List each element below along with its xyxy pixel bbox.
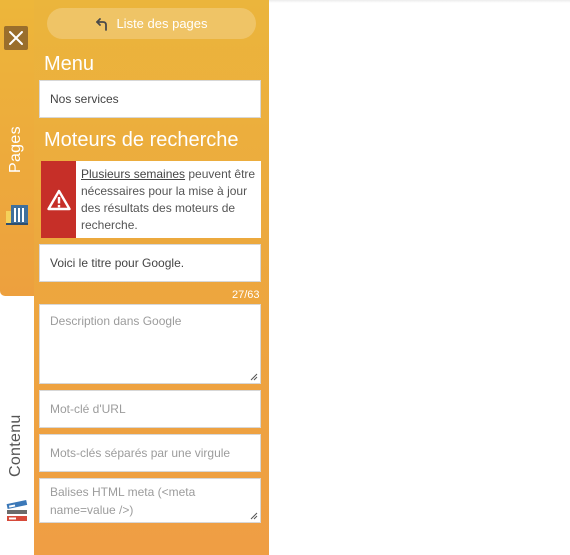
- resize-handle-icon[interactable]: [250, 373, 258, 381]
- warning-link[interactable]: Plusieurs semaines: [81, 167, 185, 181]
- close-icon: [9, 31, 23, 45]
- page-list-button[interactable]: Liste des pages: [47, 8, 256, 39]
- pages-icon: [6, 205, 28, 225]
- tab-pages-label: Pages: [7, 126, 24, 173]
- side-rail: Pages Contenu: [0, 0, 34, 555]
- close-button[interactable]: [4, 26, 28, 50]
- tab-pages[interactable]: Pages: [0, 0, 34, 296]
- warning-icon-box: [41, 161, 76, 238]
- keywords-field[interactable]: Mots-clés séparés par une virgule: [39, 434, 261, 472]
- menu-title: Menu: [44, 53, 95, 75]
- content-icon[interactable]: [5, 499, 29, 523]
- resize-handle-icon[interactable]: [250, 512, 258, 520]
- url-keyword-field[interactable]: Mot-clé d'URL: [39, 390, 261, 428]
- description-placeholder: Description dans Google: [50, 314, 182, 328]
- meta-tags-field[interactable]: Balises HTML meta (<meta name=value />): [39, 478, 261, 523]
- top-divider: [269, 0, 570, 3]
- warning-icon: [46, 189, 71, 210]
- return-arrow-icon: [96, 17, 108, 31]
- page-settings-panel: Liste des pages Menu Nos services Moteur…: [34, 0, 269, 555]
- page-list-label: Liste des pages: [116, 16, 208, 31]
- description-field[interactable]: Description dans Google: [39, 304, 261, 384]
- seo-warning: Plusieurs semaines peuvent être nécessai…: [41, 161, 261, 238]
- tab-content[interactable]: Contenu: [7, 414, 25, 477]
- seo-title: Moteurs de recherche: [44, 129, 239, 151]
- meta-tags-placeholder: Balises HTML meta (<meta name=value />): [50, 485, 196, 517]
- google-title-field[interactable]: Voici le titre pour Google.: [39, 244, 261, 282]
- menu-field[interactable]: Nos services: [39, 80, 261, 118]
- warning-text: Plusieurs semaines peuvent être nécessai…: [81, 166, 258, 234]
- title-char-counter: 27/63: [232, 289, 260, 301]
